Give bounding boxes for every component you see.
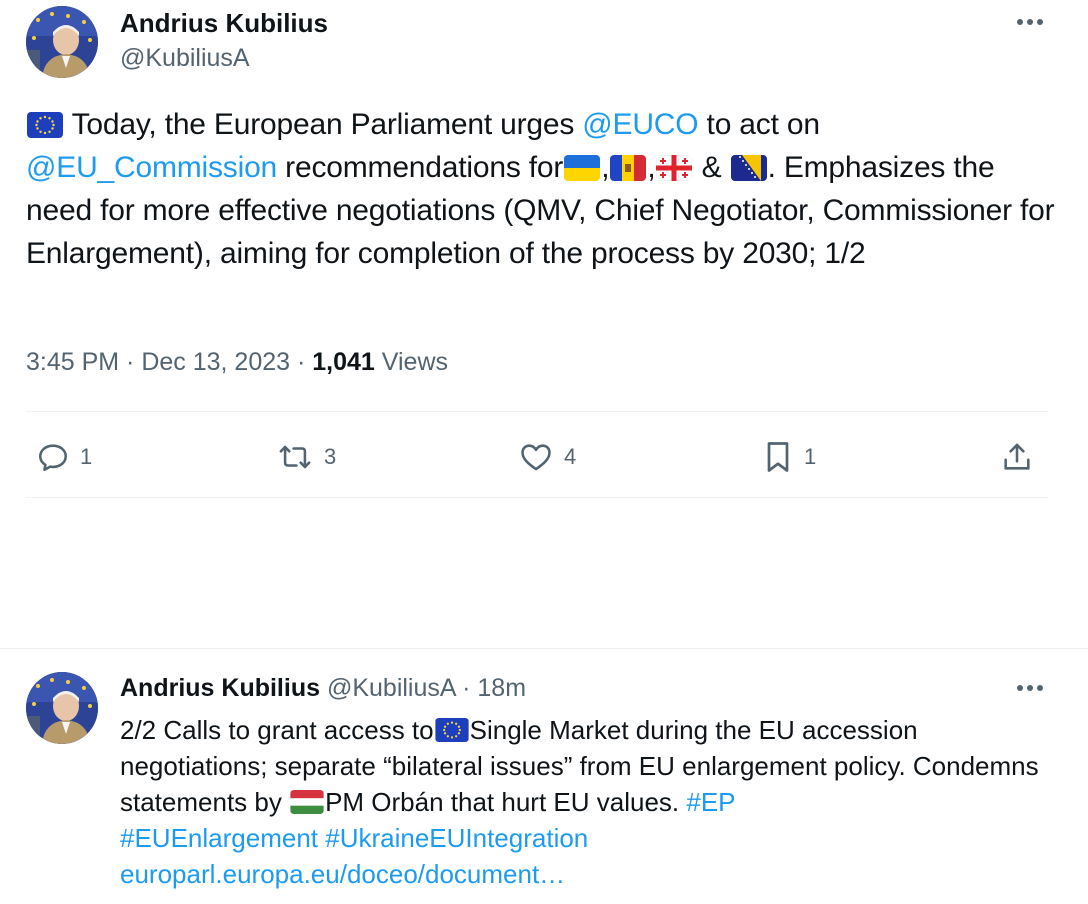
mention-euco[interactable]: @EUCO (582, 108, 698, 141)
eu-flag-icon (434, 718, 469, 742)
tweet-text-segment: & (693, 151, 730, 184)
bosnia-flag-icon (730, 155, 767, 181)
tweet-text-segment: 2/2 Calls to grant access to (120, 715, 434, 745)
bookmark-count: 1 (804, 444, 817, 469)
hungary-flag-icon (290, 790, 324, 814)
tweet-text-segment: to act on (698, 108, 820, 141)
tweet-text-segment: , (601, 151, 610, 184)
hashtag-ep[interactable]: #EP (686, 787, 735, 817)
hashtag-euenlargement[interactable]: #EUEnlargement (120, 823, 318, 853)
share-icon (1000, 440, 1034, 474)
tweet-text-segment: PM Orbán that hurt EU values. (325, 787, 687, 817)
author-avatar[interactable] (26, 672, 98, 744)
tweet-text: 2/2 Calls to grant access to Single Marke… (120, 712, 1050, 892)
tweet-time[interactable]: 3:45 PM (26, 348, 119, 376)
repost-icon (276, 440, 314, 474)
like-count: 4 (564, 444, 577, 469)
tweet-separator (0, 648, 1088, 649)
tweet-text-segment: recommendations for (277, 151, 564, 184)
tweet-text: Today, the European Parliament urges @EU… (26, 103, 1056, 275)
views-count: 1,041 (312, 348, 375, 376)
tweet-date[interactable]: Dec 13, 2023 (141, 348, 290, 376)
eu-flag-icon (27, 112, 63, 138)
divider (26, 411, 1048, 412)
tweet-header: Andrius Kubilius @KubiliusA · 18m (120, 674, 526, 703)
like-button[interactable]: 4 (518, 437, 576, 477)
reply-button[interactable]: 1 (36, 437, 92, 477)
repost-button[interactable]: 3 (276, 437, 336, 477)
tweet-text-segment: Today, the European Parliament urges (64, 108, 583, 141)
meta-separator: · (455, 674, 478, 702)
more-icon[interactable] (1012, 12, 1048, 32)
tweet-time-ago[interactable]: 18m (477, 674, 526, 702)
reply-icon (36, 440, 70, 474)
divider (26, 497, 1048, 498)
more-icon[interactable] (1012, 678, 1048, 698)
author-handle[interactable]: @KubiliusA (327, 674, 455, 702)
tweet-metadata: 3:45 PM · Dec 13, 2023 · 1,041 Views (26, 348, 448, 377)
views-label: Views (374, 348, 449, 376)
external-link[interactable]: europarl.europa.eu/doceo/document… (120, 859, 565, 889)
tweet-text-segment: , (647, 151, 656, 184)
ukraine-flag-icon (564, 155, 601, 181)
mention-eu-commission[interactable]: @EU_Commission (26, 151, 277, 184)
author-handle[interactable]: @KubiliusA (120, 44, 250, 73)
like-icon (518, 440, 554, 474)
author-avatar[interactable] (26, 6, 98, 78)
share-button[interactable] (1000, 437, 1034, 477)
author-name[interactable]: Andrius Kubilius (120, 8, 328, 39)
meta-separator: · (119, 348, 142, 376)
bookmark-icon (762, 439, 794, 475)
meta-separator: · (290, 348, 313, 376)
author-name[interactable]: Andrius Kubilius (120, 674, 320, 702)
georgia-flag-icon (656, 155, 693, 181)
reply-count: 1 (80, 444, 93, 469)
hashtag-ukraineeuintegration[interactable]: #UkraineEUIntegration (325, 823, 588, 853)
bookmark-button[interactable]: 1 (762, 437, 816, 477)
moldova-flag-icon (610, 155, 647, 181)
repost-count: 3 (324, 444, 337, 469)
